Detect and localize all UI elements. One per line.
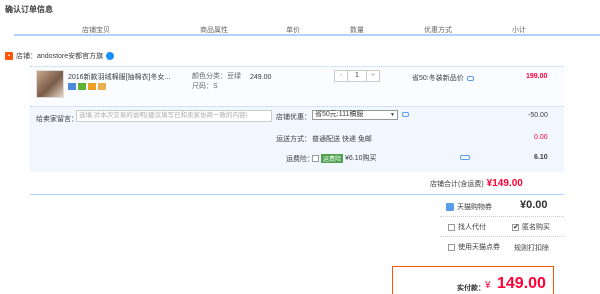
page-title: 确认订单信息 xyxy=(5,5,53,14)
proxy-pay-option: 找人代付 xyxy=(448,222,486,232)
header-qty: 数量 xyxy=(350,27,364,34)
insurance-option: 运费险 ¥6.10购买 xyxy=(312,153,377,163)
points-rule-link[interactable]: 规则打扣除 xyxy=(514,243,549,253)
shipping-method: 普通配送 快递 免邮 xyxy=(312,136,372,143)
header-subtotal: 小计 xyxy=(512,27,526,34)
seven-day-return-icon xyxy=(78,83,86,90)
item-thumbnail[interactable] xyxy=(36,70,64,98)
item-promo: 省50:冬装新品价 xyxy=(412,73,474,83)
shop-discount-select[interactable]: 省50元:111稿服 ▼ xyxy=(312,110,398,120)
insurance-checkbox[interactable] xyxy=(312,154,319,162)
item-service-badges xyxy=(68,83,106,90)
item-price: 249.00 xyxy=(250,74,272,81)
header-props: 商品属性 xyxy=(200,27,228,34)
delivery-guarantee-icon xyxy=(88,83,96,90)
header-shop-item: 店铺宝贝 xyxy=(82,27,110,34)
qty-plus-button[interactable]: + xyxy=(367,71,379,81)
divider xyxy=(440,216,564,217)
proxy-pay-checkbox[interactable] xyxy=(448,223,455,231)
shipping-value: 0.00 xyxy=(534,134,548,141)
shop-discount-label: 店铺优惠： xyxy=(276,114,311,121)
message-input[interactable]: 选填:对本次交易的说明(建议填写已和卖家协商一致的内容) xyxy=(76,110,272,122)
final-label: 实付款： xyxy=(457,285,485,292)
tmall-coupon-icon[interactable] xyxy=(446,203,454,211)
final-payment-box: 实付款： ¥ 149.00 xyxy=(392,266,554,294)
prop-size: 尺码：S xyxy=(192,83,218,90)
currency-symbol: ¥ xyxy=(485,280,491,291)
anonymous-option: 匿名购买 xyxy=(512,222,550,232)
shop-total-label: 店铺合计(含运费) xyxy=(430,181,484,188)
use-points-checkbox[interactable] xyxy=(448,243,455,251)
tmall-coupon-amount: ¥0.00 xyxy=(520,199,548,211)
header-promo: 优惠方式 xyxy=(424,27,452,34)
tmall-coupon-label[interactable]: 天猫购物券 xyxy=(457,202,492,212)
tmall-coupon-row: 天猫购物券 xyxy=(446,202,492,212)
insurance-info-icon[interactable] xyxy=(460,155,470,160)
prop-color: 颜色分类：豆绿 xyxy=(192,73,241,80)
message-label: 给卖家留言： xyxy=(36,116,78,123)
final-amount: 149.00 xyxy=(497,275,546,292)
service-badge-icon xyxy=(68,83,76,90)
item-subtotal: 199.00 xyxy=(526,73,548,80)
qty-input[interactable]: 1 xyxy=(347,71,367,81)
shipping-label: 运送方式： xyxy=(276,136,311,143)
wangwang-chat-icon[interactable] xyxy=(106,52,115,60)
divider xyxy=(30,194,564,195)
discount-info-icon[interactable] xyxy=(402,112,409,117)
table-header: 店铺宝贝 商品属性 单价 数量 优惠方式 小计 xyxy=(14,24,600,36)
use-points-label[interactable]: 使用天猫点券 xyxy=(458,242,500,252)
item-name[interactable]: 2016新款羽绒棉服[抽棉衣]冬女... xyxy=(68,72,188,82)
insurance-label: 运费险： xyxy=(286,156,314,163)
item-props: 颜色分类：豆绿 尺码：S xyxy=(192,72,241,92)
shop-total-amount: ¥149.00 xyxy=(486,178,523,189)
anonymous-checkbox[interactable] xyxy=(512,223,519,231)
insurance-text: ¥6.10购买 xyxy=(345,155,377,162)
shop-row: ▪ 店铺：andostore安都官方旗 xyxy=(5,50,115,62)
use-points-option: 使用天猫点券 xyxy=(448,242,500,252)
proxy-pay-label[interactable]: 找人代付 xyxy=(458,222,486,232)
shop-name[interactable]: 店铺：andostore安都官方旗 xyxy=(16,51,103,61)
divider xyxy=(440,236,564,237)
shop-discount-value: -50.00 xyxy=(528,112,548,119)
shop-total: 店铺合计(含运费) ¥149.00 xyxy=(430,178,523,189)
quantity-stepper: - 1 + xyxy=(334,70,380,82)
promo-info-icon[interactable] xyxy=(466,75,474,81)
dropdown-arrow-icon: ▼ xyxy=(390,112,395,118)
anonymous-label[interactable]: 匿名购买 xyxy=(522,222,550,232)
credit-card-icon xyxy=(98,83,106,90)
qty-minus-button[interactable]: - xyxy=(335,71,347,81)
insurance-value: 6.10 xyxy=(534,154,548,161)
shop-discount-selected: 省50元:111稿服 xyxy=(315,111,364,118)
promo-text: 省50:冬装新品价 xyxy=(412,75,464,82)
insurance-badge: 运费险 xyxy=(321,153,344,163)
header-price: 单价 xyxy=(286,27,300,34)
shop-icon: ▪ xyxy=(5,52,13,60)
